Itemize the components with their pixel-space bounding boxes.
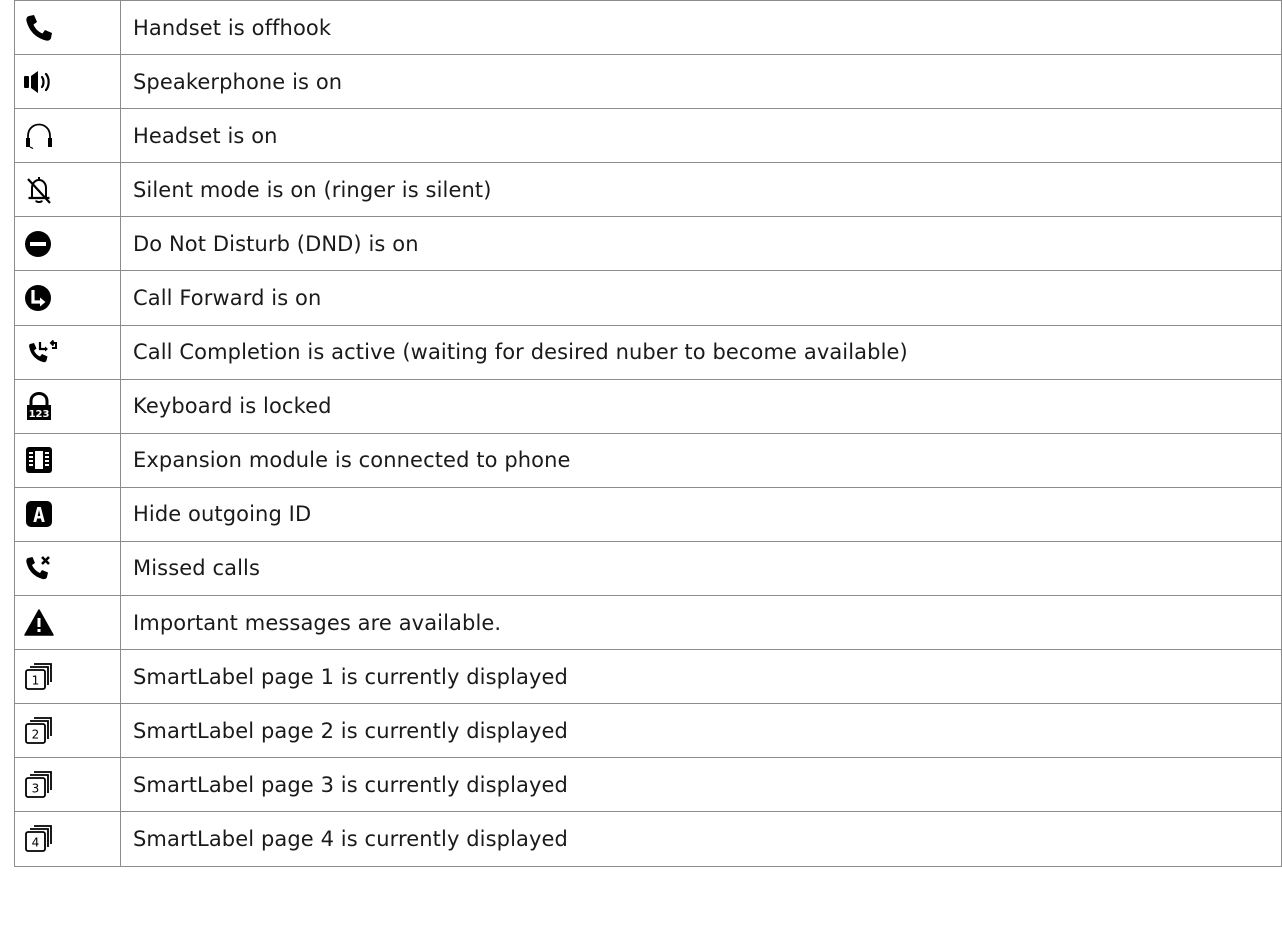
row-description: Expansion module is connected to phone <box>120 432 1282 488</box>
keyboard-lock-digits: 123 <box>29 409 50 420</box>
row-description: SmartLabel page 2 is currently displayed <box>120 703 1282 759</box>
icon-cell <box>14 162 121 218</box>
row-description: Hide outgoing ID <box>120 486 1282 542</box>
icon-cell: A <box>14 486 121 542</box>
row-description: Call Forward is on <box>120 270 1282 326</box>
table-row: 2 SmartLabel page 2 is currently display… <box>14 703 1282 759</box>
table-row: Do Not Disturb (DND) is on <box>14 216 1282 272</box>
icon-cell <box>14 540 121 597</box>
row-description: Speakerphone is on <box>120 54 1282 110</box>
table-row: Missed calls <box>14 540 1282 597</box>
smartlabel-page-number: 3 <box>32 781 40 795</box>
table-row: 123 Keyboard is locked <box>14 378 1282 434</box>
icon-cell <box>14 216 121 272</box>
smartlabel-page-2-icon: 2 <box>25 716 52 744</box>
smartlabel-page-4-icon: 4 <box>25 825 52 852</box>
smartlabel-page-number: 4 <box>32 835 40 849</box>
icon-cell <box>14 270 121 326</box>
row-description: Silent mode is on (ringer is silent) <box>120 162 1282 218</box>
handset-icon <box>26 14 52 41</box>
warning-icon <box>24 608 54 636</box>
icon-cell: 123 <box>14 378 121 434</box>
row-description: Do Not Disturb (DND) is on <box>120 216 1282 272</box>
icon-cell: 3 <box>14 757 121 813</box>
row-description: Headset is on <box>120 108 1282 164</box>
table-row: Expansion module is connected to phone <box>14 432 1282 488</box>
icon-cell <box>14 54 121 110</box>
row-description: Important messages are available. <box>120 595 1282 651</box>
silent-bell-icon <box>27 176 51 204</box>
table-row: Speakerphone is on <box>14 54 1282 110</box>
icon-cell <box>14 0 121 56</box>
icon-cell: 1 <box>14 649 121 705</box>
row-description: SmartLabel page 3 is currently displayed <box>120 757 1282 813</box>
row-description: Missed calls <box>120 540 1282 597</box>
table-row: Important messages are available. <box>14 595 1282 651</box>
row-description: SmartLabel page 4 is currently displayed <box>120 811 1282 867</box>
table-row: Handset is offhook <box>14 0 1282 56</box>
hide-id-icon: A <box>26 501 52 528</box>
icon-cell <box>14 324 121 380</box>
call-forward-icon <box>25 285 51 312</box>
icon-cell <box>14 595 121 651</box>
icon-cell <box>14 108 121 164</box>
smartlabel-page-number: 1 <box>32 673 40 687</box>
status-icon-table: Handset is offhook Speakerphone is on He… <box>14 0 1282 867</box>
row-description: Handset is offhook <box>120 0 1282 56</box>
missed-calls-icon <box>26 556 50 580</box>
table-row: Call Forward is on <box>14 270 1282 326</box>
smartlabel-page-1-icon: 1 <box>25 662 52 690</box>
table-row: A Hide outgoing ID <box>14 486 1282 542</box>
headset-icon <box>26 123 52 149</box>
icon-cell: 4 <box>14 811 121 867</box>
table-row: 4 SmartLabel page 4 is currently display… <box>14 811 1282 867</box>
keyboard-lock-icon: 123 <box>27 392 51 421</box>
table-row: 1 SmartLabel page 1 is currently display… <box>14 649 1282 705</box>
row-description: Call Completion is active (waiting for d… <box>120 324 1282 380</box>
do-not-disturb-icon <box>25 230 51 257</box>
table-row: 3 SmartLabel page 3 is currently display… <box>14 757 1282 813</box>
expansion-module-icon <box>26 447 52 474</box>
smartlabel-page-3-icon: 3 <box>25 770 52 798</box>
hide-id-letter: A <box>33 503 45 527</box>
speaker-icon <box>24 70 50 93</box>
smartlabel-page-number: 2 <box>32 727 40 741</box>
table-row: Call Completion is active (waiting for d… <box>14 324 1282 380</box>
row-description: SmartLabel page 1 is currently displayed <box>120 649 1282 705</box>
row-description: Keyboard is locked <box>120 378 1282 434</box>
table-row: Silent mode is on (ringer is silent) <box>14 162 1282 218</box>
table-row: Headset is on <box>14 108 1282 164</box>
icon-cell <box>14 432 121 488</box>
icon-cell: 2 <box>14 703 121 759</box>
call-completion-icon <box>29 339 57 363</box>
